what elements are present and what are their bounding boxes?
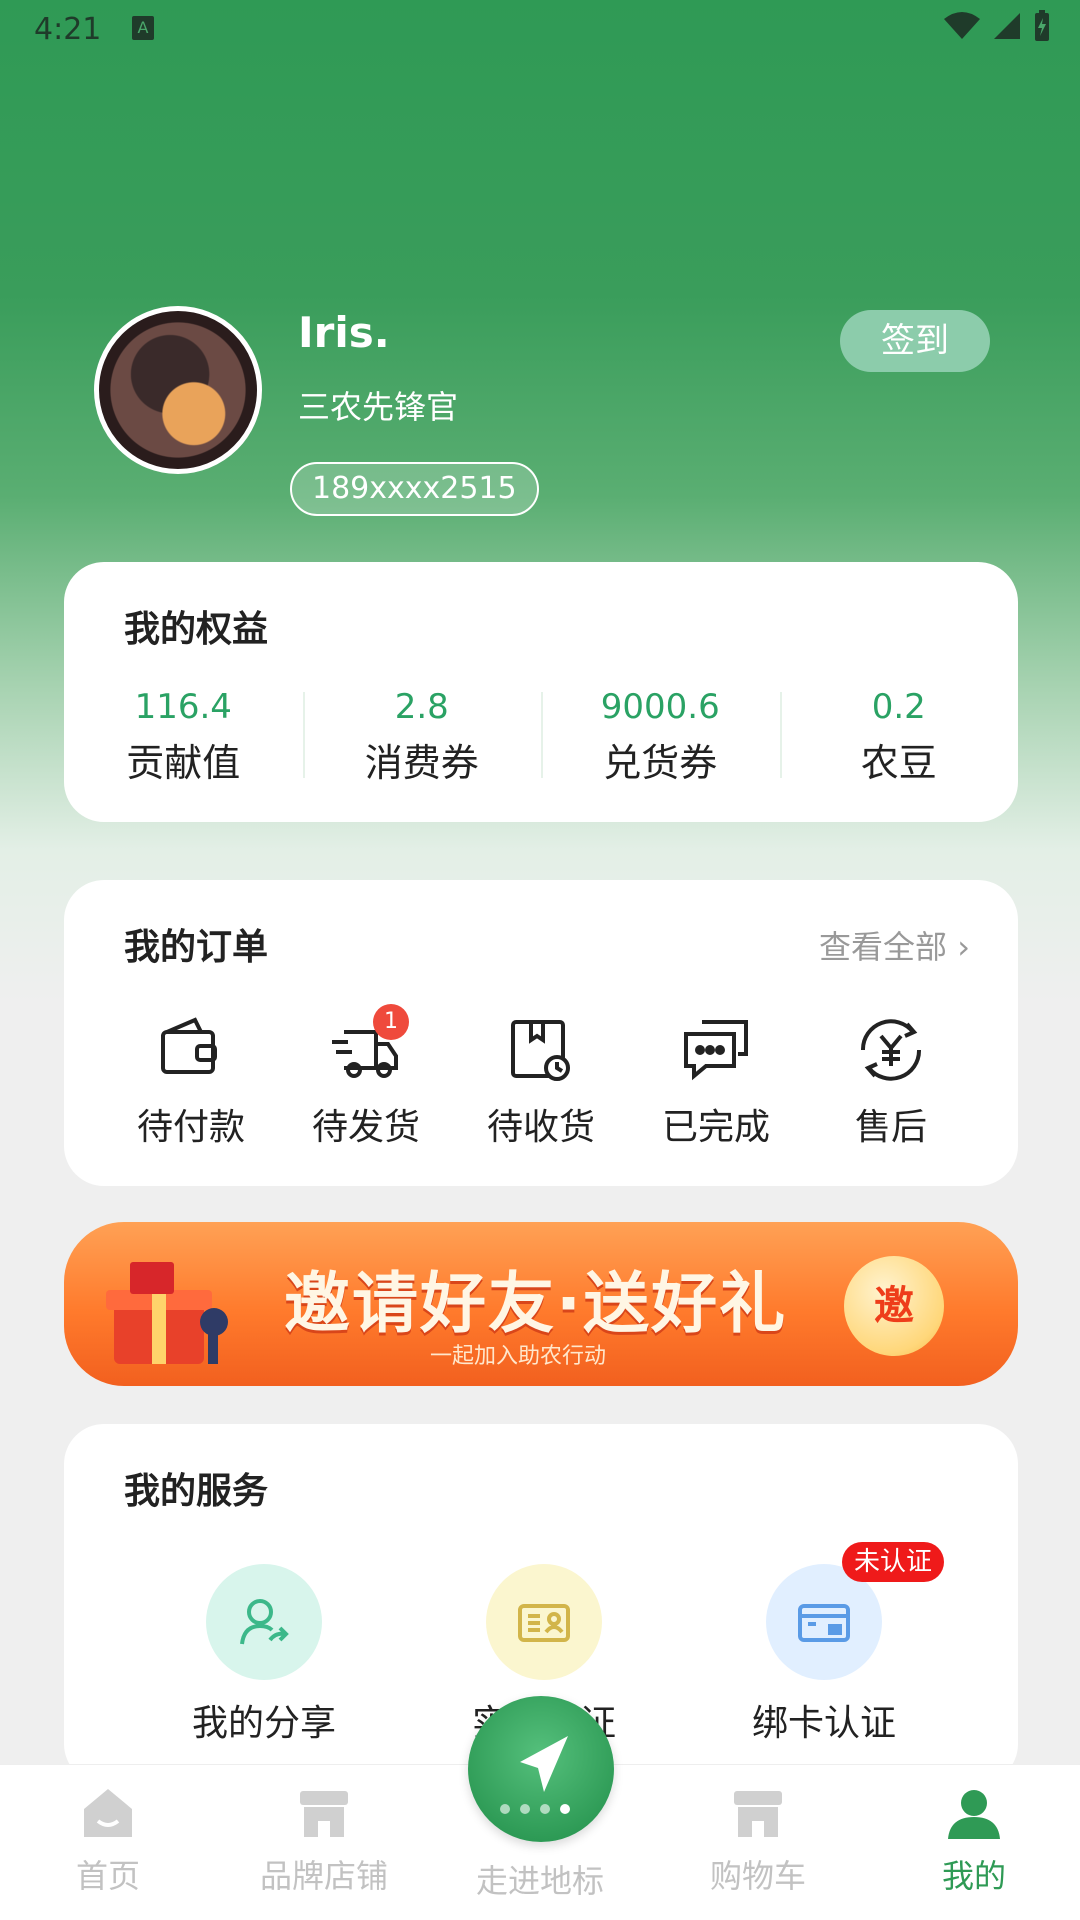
benefit-value: 0.2 (871, 687, 926, 727)
service-label: 我的分享 (191, 1703, 336, 1744)
banner-subtitle: 一起加入助农行动 (430, 1344, 607, 1369)
service-bind-card[interactable]: 未认证 绑卡认证 (714, 1542, 945, 1746)
orders-title: 我的订单 (124, 927, 269, 968)
tab-brand-stores[interactable]: 品牌店铺 (224, 1783, 424, 1897)
navigation-arrow-icon (520, 1736, 568, 1792)
orders-card: 我的订单 查看全部 › 待付款 1 待发货 待收货 已完成 售后 (64, 880, 1018, 1186)
benefit-exchange-voucher[interactable]: 9000.6 兑货券 (541, 682, 780, 792)
view-all-orders-link[interactable]: 查看全部 › (819, 922, 970, 968)
order-label: 待发货 (311, 1107, 420, 1148)
home-icon (84, 1789, 132, 1837)
user-title: 三农先锋官 (298, 388, 459, 426)
service-icon-circle (486, 1564, 602, 1680)
benefits-row: 116.4 贡献值 2.8 消费券 9000.6 兑货券 0.2 农豆 (64, 682, 1018, 792)
status-icons (942, 10, 1052, 42)
order-pending-payment[interactable]: 待付款 (104, 1010, 278, 1150)
order-label: 待收货 (486, 1107, 595, 1148)
person-icon (948, 1790, 1000, 1839)
benefit-value: 9000.6 (600, 687, 720, 727)
benefit-value: 2.8 (394, 687, 449, 727)
username: Iris. (298, 308, 390, 357)
tab-label: 首页 (75, 1857, 140, 1895)
order-label: 待付款 (136, 1107, 245, 1148)
center-landmark-button[interactable] (468, 1696, 614, 1842)
unverified-tag: 未认证 (842, 1542, 945, 1582)
benefit-consumption-voucher[interactable]: 2.8 消费券 (302, 682, 542, 792)
order-pending-receipt[interactable]: 待收货 (454, 1010, 628, 1150)
banner-title: 邀请好友·送好礼 (284, 1265, 788, 1342)
tab-home[interactable]: 首页 (8, 1783, 208, 1897)
order-label: 已完成 (661, 1107, 770, 1148)
order-count-badge: 1 (373, 1004, 409, 1040)
cart-store-icon (734, 1791, 782, 1837)
share-user-icon (240, 1599, 289, 1645)
bank-card-icon (798, 1604, 850, 1642)
order-label: 售后 (854, 1107, 927, 1148)
service-icon-circle (206, 1564, 322, 1680)
tab-label: 我的 (941, 1857, 1006, 1895)
tab-label-landmark: 走进地标 (475, 1862, 604, 1900)
benefit-label: 兑货券 (603, 741, 718, 785)
view-all-label: 查看全部 (819, 928, 948, 966)
chevron-right-icon: › (957, 928, 970, 966)
benefit-label: 贡献值 (126, 741, 241, 785)
tab-label: 品牌店铺 (259, 1857, 388, 1895)
service-my-share[interactable]: 我的分享 (154, 1564, 374, 1746)
tab-mine[interactable]: 我的 (874, 1783, 1074, 1897)
wallet-icon (161, 1017, 217, 1074)
tab-cart[interactable]: 购物车 (658, 1783, 858, 1897)
status-bar: 4:21 A (0, 0, 1080, 60)
invite-friends-banner[interactable]: 邀请好友·送好礼 一起加入助农行动 邀 (64, 1222, 1018, 1386)
gift-box-icon (106, 1262, 228, 1364)
order-pending-shipment[interactable]: 1 待发货 (279, 1004, 453, 1150)
avatar[interactable] (94, 306, 262, 474)
package-clock-icon (511, 1020, 570, 1081)
wifi-icon (944, 12, 980, 39)
benefits-card: 我的权益 116.4 贡献值 2.8 消费券 9000.6 兑货券 0.2 农豆 (64, 562, 1018, 822)
benefit-label: 农豆 (860, 741, 937, 785)
store-icon (300, 1791, 348, 1837)
benefit-farm-beans[interactable]: 0.2 农豆 (779, 682, 1019, 792)
services-title: 我的服务 (124, 1471, 269, 1512)
status-time: 4:21 (34, 12, 102, 47)
signal-icon (994, 13, 1020, 39)
invite-button[interactable]: 邀 (844, 1256, 944, 1356)
benefit-contribution[interactable]: 116.4 贡献值 (64, 682, 303, 792)
service-label: 绑卡认证 (751, 1703, 896, 1744)
order-completed[interactable]: 已完成 (629, 1010, 803, 1150)
benefit-value: 116.4 (134, 687, 232, 727)
id-card-icon (518, 1604, 570, 1642)
benefit-label: 消费券 (364, 741, 479, 785)
order-after-sales[interactable]: 售后 (804, 1010, 978, 1150)
tab-label: 购物车 (709, 1857, 806, 1895)
carousel-dots (500, 1804, 570, 1814)
phone-number-badge: 189xxxx2515 (290, 462, 539, 516)
chat-bubbles-icon (684, 1020, 748, 1081)
notification-a-icon: A (132, 16, 154, 40)
yen-refresh-icon (860, 1019, 922, 1081)
checkin-button[interactable]: 签到 (840, 310, 990, 372)
benefits-title: 我的权益 (124, 609, 269, 650)
battery-icon (1035, 10, 1049, 41)
profile-header: Iris. 三农先锋官 189xxxx2515 签到 (0, 300, 1080, 530)
order-status-row: 待付款 1 待发货 待收货 已完成 售后 (104, 1004, 978, 1150)
